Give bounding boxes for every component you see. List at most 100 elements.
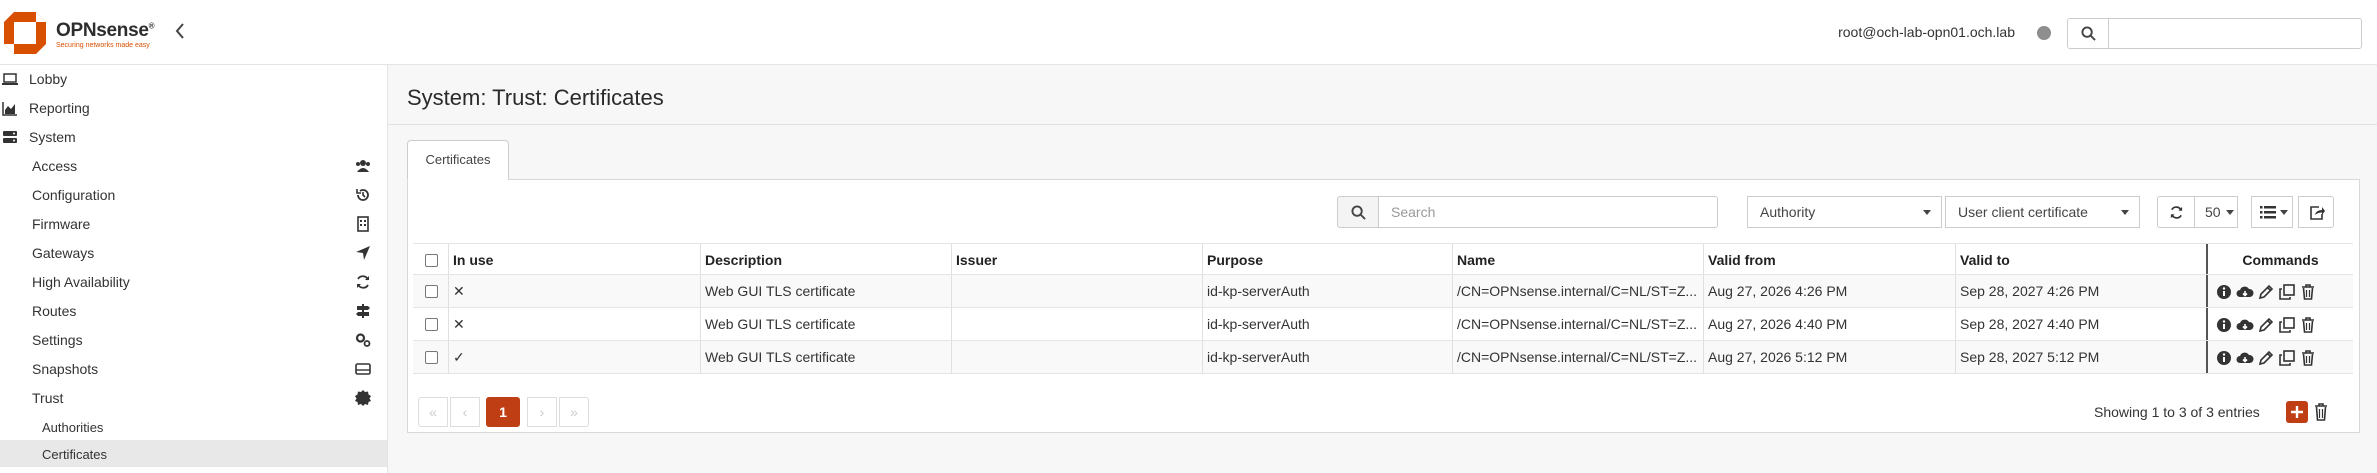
- commands-column-divider: [2206, 308, 2208, 340]
- sidebar-item-label: Routes: [32, 303, 77, 319]
- delete-selected-trash-icon[interactable]: [2312, 402, 2330, 422]
- sidebar-item-label: Certificates: [42, 447, 108, 462]
- row-select-checkbox[interactable]: [425, 285, 438, 298]
- sidebar-item-snapshots[interactable]: Snapshots: [0, 355, 387, 384]
- cell-issuer: [952, 275, 1202, 307]
- trash-icon[interactable]: [2299, 283, 2317, 301]
- sidebar-item-settings[interactable]: Settings: [0, 326, 387, 355]
- sidebar-item-gateways[interactable]: Gateways: [0, 239, 387, 268]
- authority-filter-value: Authority: [1760, 204, 1816, 220]
- pagination-first-button[interactable]: «: [418, 397, 448, 427]
- tab-certificates[interactable]: Certificates: [407, 140, 509, 180]
- cell-purpose: id-kp-serverAuth: [1207, 283, 1310, 299]
- pagination-last-button[interactable]: »: [559, 397, 589, 427]
- cell-purpose: id-kp-serverAuth: [1207, 349, 1310, 365]
- pagination-previous-button[interactable]: ‹: [450, 397, 480, 427]
- system-status-indicator[interactable]: [2037, 26, 2051, 40]
- row-select-checkbox[interactable]: [425, 351, 438, 364]
- certificate-icon: [355, 390, 371, 406]
- cell-valid-from: Aug 27, 2026 4:26 PM: [1708, 283, 1848, 299]
- table-row[interactable]: ✓ Web GUI TLS certificate id-kp-serverAu…: [413, 341, 2353, 374]
- add-certificate-button[interactable]: [2286, 401, 2308, 423]
- column-header-name[interactable]: Name: [1453, 244, 1703, 274]
- cloud-download-icon[interactable]: [2236, 283, 2254, 301]
- refresh-icon: [2170, 206, 2183, 219]
- sidebar-item-lobby[interactable]: Lobby: [0, 65, 387, 94]
- sidebar-item-high-availability[interactable]: High Availability: [0, 268, 387, 297]
- info-icon[interactable]: [2215, 316, 2233, 334]
- laptop-icon: [2, 73, 18, 85]
- location-arrow-icon: [356, 246, 370, 260]
- page-size-dropdown[interactable]: 50: [2194, 196, 2238, 228]
- select-all-checkbox[interactable]: [425, 254, 438, 267]
- authority-filter-select[interactable]: Authority: [1747, 196, 1942, 228]
- sidebar-item-label: Authorities: [42, 420, 104, 435]
- cogs-icon: [355, 333, 371, 347]
- search-icon: [1351, 205, 1366, 220]
- info-icon[interactable]: [2215, 349, 2233, 367]
- column-header-commands: Commands: [2242, 252, 2319, 268]
- hdd-icon: [355, 363, 371, 375]
- chevron-left-icon: [175, 23, 184, 39]
- column-header-valid-to[interactable]: Valid to: [1956, 244, 2205, 274]
- pencil-icon[interactable]: [2257, 283, 2275, 301]
- pencil-icon[interactable]: [2257, 349, 2275, 367]
- cell-description: Web GUI TLS certificate: [705, 316, 856, 332]
- sidebar-item-label: Configuration: [32, 187, 116, 203]
- column-header-purpose[interactable]: Purpose: [1203, 244, 1452, 274]
- pencil-icon[interactable]: [2257, 316, 2275, 334]
- grid-search-input[interactable]: [1378, 196, 1718, 228]
- certificate-type-filter-value: User client certificate: [1958, 204, 2088, 220]
- top-search-button[interactable]: [2067, 18, 2109, 49]
- clone-icon[interactable]: [2278, 316, 2296, 334]
- certificate-type-filter-select[interactable]: User client certificate: [1945, 196, 2140, 228]
- sidebar-item-firmware[interactable]: Firmware: [0, 210, 387, 239]
- opnsense-logo[interactable]: OPNsense® Securing networks made easy: [0, 8, 170, 58]
- sidebar-item-certificates[interactable]: Certificates: [0, 440, 387, 467]
- caret-down-icon: [2226, 210, 2234, 215]
- cell-name: /CN=OPNsense.internal/C=NL/ST=Z...: [1457, 316, 1698, 332]
- clone-icon[interactable]: [2278, 283, 2296, 301]
- caret-down-icon: [1923, 210, 1931, 215]
- column-header-valid-from[interactable]: Valid from: [1704, 244, 1955, 274]
- top-search-input[interactable]: [2109, 18, 2362, 49]
- cloud-download-icon[interactable]: [2236, 316, 2254, 334]
- column-selector-dropdown[interactable]: [2251, 196, 2293, 228]
- opnsense-logo-icon: [4, 12, 46, 54]
- clone-icon[interactable]: [2278, 349, 2296, 367]
- sidebar-item-reporting[interactable]: Reporting: [0, 94, 387, 123]
- column-header-description[interactable]: Description: [701, 244, 951, 274]
- sidebar-item-system[interactable]: System: [0, 123, 387, 152]
- pagination-next-button[interactable]: ›: [527, 397, 557, 427]
- grid-search-button[interactable]: [1337, 196, 1379, 228]
- sidebar-item-configuration[interactable]: Configuration: [0, 181, 387, 210]
- page-size-value: 50: [2205, 204, 2221, 220]
- export-button[interactable]: [2298, 196, 2334, 228]
- info-icon[interactable]: [2215, 283, 2233, 301]
- sidebar-item-authorities[interactable]: Authorities: [0, 413, 387, 440]
- column-header-issuer[interactable]: Issuer: [952, 244, 1202, 274]
- cloud-download-icon[interactable]: [2236, 349, 2254, 367]
- collapse-sidebar-button[interactable]: [174, 22, 190, 44]
- refresh-button[interactable]: [2157, 196, 2195, 228]
- sidebar-item-access[interactable]: Access: [0, 152, 387, 181]
- commands-column-divider: [2206, 341, 2208, 373]
- cell-in-use: ✕: [453, 316, 465, 332]
- table-row[interactable]: ✕ Web GUI TLS certificate id-kp-serverAu…: [413, 275, 2353, 308]
- cell-issuer: [952, 341, 1202, 373]
- trash-icon[interactable]: [2299, 349, 2317, 367]
- sidebar-item-routes[interactable]: Routes: [0, 297, 387, 326]
- sidebar-item-label: High Availability: [32, 274, 130, 290]
- column-header-in-use[interactable]: In use: [449, 244, 699, 274]
- cell-valid-from: Aug 27, 2026 4:40 PM: [1708, 316, 1848, 332]
- trash-icon[interactable]: [2299, 316, 2317, 334]
- pagination-page-1-button[interactable]: 1: [486, 397, 520, 427]
- brand-name: OPNsense®: [56, 20, 155, 41]
- cell-description: Web GUI TLS certificate: [705, 283, 856, 299]
- plus-icon: [2291, 406, 2303, 418]
- sidebar-item-trust[interactable]: Trust: [0, 384, 387, 413]
- map-signs-icon: [356, 304, 370, 318]
- table-row[interactable]: ✕ Web GUI TLS certificate id-kp-serverAu…: [413, 308, 2353, 341]
- user-account-label[interactable]: root@och-lab-opn01.och.lab: [1838, 24, 2015, 40]
- row-select-checkbox[interactable]: [425, 318, 438, 331]
